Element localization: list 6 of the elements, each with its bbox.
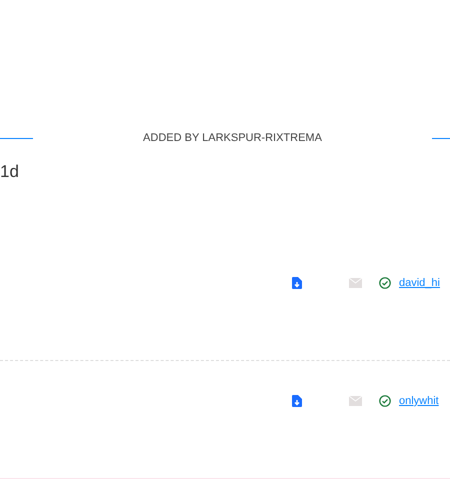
- age-label: 1d: [0, 162, 19, 180]
- file-download-icon[interactable]: [292, 394, 302, 407]
- file-download-icon[interactable]: [292, 276, 302, 289]
- section-title: ADDED BY LARKSPUR-RIXTREMA: [143, 131, 322, 146]
- user-link[interactable]: david_hi: [399, 274, 440, 291]
- user-link[interactable]: onlywhit: [399, 392, 439, 409]
